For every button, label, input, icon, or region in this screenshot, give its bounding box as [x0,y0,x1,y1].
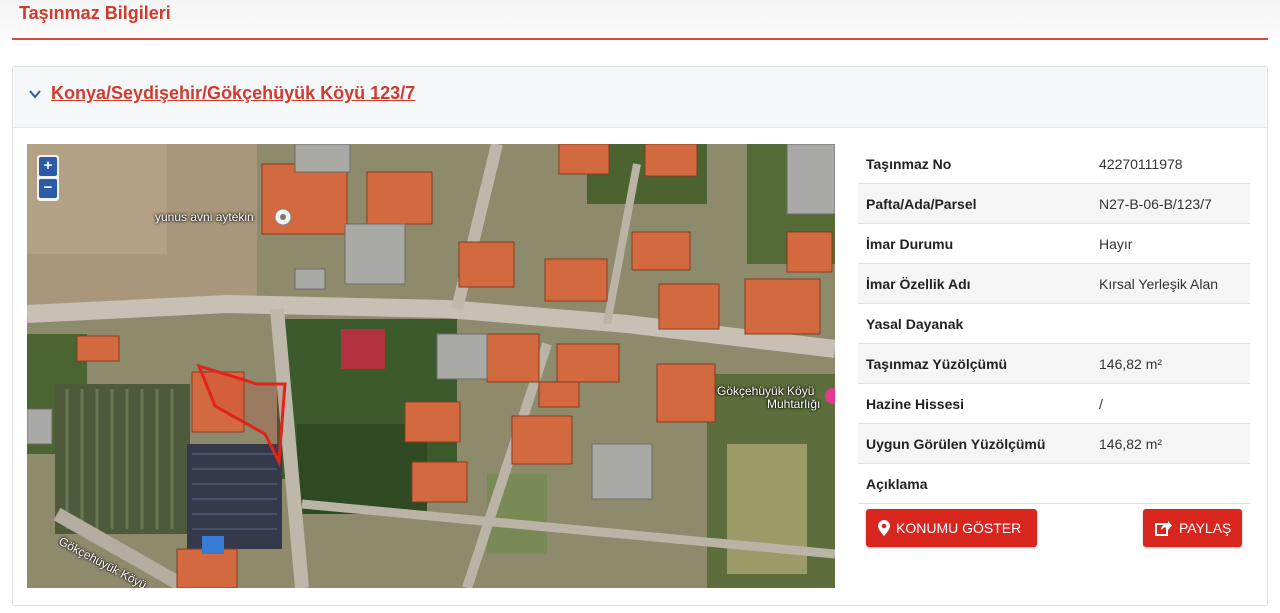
info-row-pafta-ada-parsel: Pafta/Ada/Parsel N27-B-06-B/123/7 [858,184,1250,224]
map-marker-icon [878,520,890,536]
info-label: İmar Özellik Adı [866,276,971,292]
info-label: İmar Durumu [866,236,954,252]
zoom-out-button[interactable]: − [39,179,57,198]
info-label: Pafta/Ada/Parsel [866,196,977,212]
show-location-label: KONUMU GÖSTER [896,520,1022,536]
chevron-down-icon[interactable] [28,87,42,101]
info-label: Hazine Hissesi [866,396,965,412]
info-label: Açıklama [866,476,928,492]
info-row-yasal-dayanak: Yasal Dayanak [858,304,1250,344]
info-row-aciklama: Açıklama [858,464,1250,504]
panel-header[interactable]: Konya/Seydişehir/Gökçehüyük Köyü 123/7 [13,67,1267,128]
share-button[interactable]: PAYLAŞ [1143,509,1242,547]
zoom-in-button[interactable]: + [39,157,57,176]
satellite-map[interactable]: yunus avni aytekin Gökçehüyük Köyü Muhta… [27,144,835,588]
info-row-imar-ozellik-adi: İmar Özellik Adı Kırsal Yerleşik Alan [858,264,1250,304]
info-label: Taşınmaz Yüzölçümü [866,356,1008,372]
info-value: N27-B-06-B/123/7 [1099,196,1212,212]
info-value: Hayır [1099,236,1133,252]
info-row-tasinmaz-yuzolcumu: Taşınmaz Yüzölçümü 146,82 m² [858,344,1250,384]
share-label: PAYLAŞ [1179,520,1232,536]
info-row-imar-durumu: İmar Durumu Hayır [858,224,1250,264]
info-value: 146,82 m² [1099,436,1163,452]
info-label: Yasal Dayanak [866,316,964,332]
title-bar [0,0,1280,38]
info-value: 42270111978 [1099,156,1183,172]
title-divider [12,38,1268,40]
parcel-location-link[interactable]: Konya/Seydişehir/Gökçehüyük Köyü 123/7 [51,83,415,104]
info-row-uygun-gorulen-yuzolcumu: Uygun Görülen Yüzölçümü 146,82 m² [858,424,1250,464]
info-value: / [1099,396,1103,412]
info-label: Uygun Görülen Yüzölçümü [866,436,1046,452]
map-poi-label: Gökçehüyük Köyü [717,384,815,398]
map-poi-label: yunus avni aytekin [155,210,254,224]
info-value: 146,82 m² [1099,356,1163,372]
map-zoom-control: + − [37,155,59,201]
share-icon [1155,521,1172,536]
info-label: Taşınmaz No [866,156,952,172]
map-imagery [27,144,835,588]
show-location-button[interactable]: KONUMU GÖSTER [866,509,1037,547]
info-row-tasinmaz-no: Taşınmaz No 42270111978 [858,144,1250,184]
info-row-hazine-hissesi: Hazine Hissesi / [858,384,1250,424]
page-title: Taşınmaz Bilgileri [19,3,171,23]
info-value: Kırsal Yerleşik Alan [1099,276,1219,292]
map-poi-label: Muhtarlığı [767,397,821,411]
